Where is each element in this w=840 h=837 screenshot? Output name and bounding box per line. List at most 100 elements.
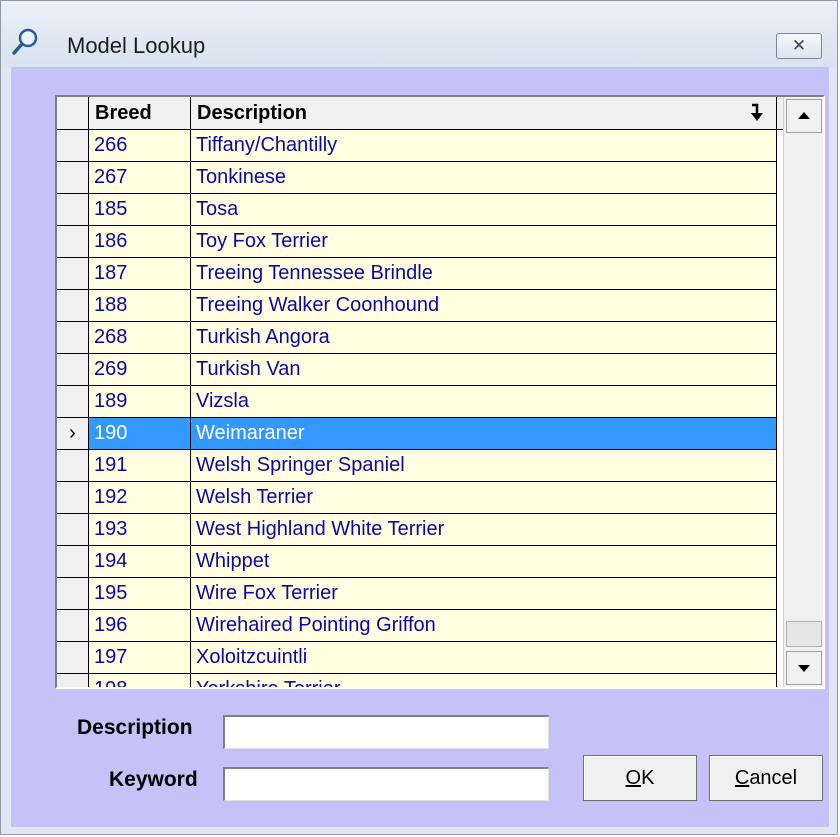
table-row[interactable]: › 190 Weimaraner xyxy=(57,418,783,450)
row-indicator[interactable] xyxy=(57,258,89,290)
row-indicator[interactable] xyxy=(57,642,89,674)
breed-grid-frame: Breed Description 266 Tiffany/Chantilly 26… xyxy=(55,95,825,689)
row-indicator[interactable] xyxy=(57,130,89,162)
breed-grid[interactable]: Breed Description 266 Tiffany/Chantilly 26… xyxy=(57,97,783,687)
cancel-label-rest: ancel xyxy=(749,767,798,789)
table-row[interactable]: 191 Welsh Springer Spaniel xyxy=(57,450,783,482)
table-row[interactable]: 196 Wirehaired Pointing Griffon xyxy=(57,610,783,642)
table-row[interactable]: 186 Toy Fox Terrier xyxy=(57,226,783,258)
scroll-down-button[interactable] xyxy=(786,651,822,685)
vertical-scrollbar[interactable] xyxy=(783,97,823,687)
cell-description[interactable]: Yorkshire Terrier xyxy=(191,674,777,687)
keyword-input[interactable] xyxy=(223,767,549,801)
row-indicator[interactable] xyxy=(57,674,89,687)
ok-button[interactable]: OK xyxy=(583,755,697,801)
table-row[interactable]: 269 Turkish Van xyxy=(57,354,783,386)
cell-description[interactable]: Whippet xyxy=(191,546,777,578)
column-header-breed[interactable]: Breed xyxy=(89,97,191,129)
sort-arrow-icon xyxy=(751,103,763,121)
cell-breed[interactable]: 193 xyxy=(89,514,191,546)
column-header-description[interactable]: Description xyxy=(191,97,777,129)
cell-description[interactable]: Tiffany/Chantilly xyxy=(191,130,777,162)
table-row[interactable]: 194 Whippet xyxy=(57,546,783,578)
cell-description[interactable]: Tosa xyxy=(191,194,777,226)
dialog-body: Breed Description 266 Tiffany/Chantilly 26… xyxy=(11,67,829,827)
cell-breed[interactable]: 185 xyxy=(89,194,191,226)
row-indicator[interactable] xyxy=(57,514,89,546)
cell-breed[interactable]: 194 xyxy=(89,546,191,578)
cell-description[interactable]: Vizsla xyxy=(191,386,777,418)
row-indicator[interactable] xyxy=(57,194,89,226)
cell-breed[interactable]: 191 xyxy=(89,450,191,482)
table-row[interactable]: 267 Tonkinese xyxy=(57,162,783,194)
close-button[interactable]: ✕ xyxy=(776,33,822,59)
close-icon: ✕ xyxy=(791,36,807,55)
table-row[interactable]: 185 Tosa xyxy=(57,194,783,226)
scroll-thumb[interactable] xyxy=(786,621,822,647)
cell-description[interactable]: Tonkinese xyxy=(191,162,777,194)
table-row[interactable]: 268 Turkish Angora xyxy=(57,322,783,354)
cell-breed[interactable]: 192 xyxy=(89,482,191,514)
cell-breed[interactable]: 195 xyxy=(89,578,191,610)
row-indicator[interactable] xyxy=(57,354,89,386)
description-label: Description xyxy=(77,716,193,739)
row-indicator[interactable] xyxy=(57,578,89,610)
cell-description[interactable]: Turkish Van xyxy=(191,354,777,386)
cell-description[interactable]: Wire Fox Terrier xyxy=(191,578,777,610)
cell-description[interactable]: Turkish Angora xyxy=(191,322,777,354)
cell-description[interactable]: Welsh Terrier xyxy=(191,482,777,514)
row-indicator[interactable] xyxy=(57,450,89,482)
description-input[interactable] xyxy=(223,715,549,749)
cell-breed[interactable]: 266 xyxy=(89,130,191,162)
arrow-up-icon xyxy=(798,112,810,119)
cell-description[interactable]: West Highland White Terrier xyxy=(191,514,777,546)
cell-breed[interactable]: 186 xyxy=(89,226,191,258)
cell-breed[interactable]: 268 xyxy=(89,322,191,354)
cell-breed[interactable]: 188 xyxy=(89,290,191,322)
table-row[interactable]: 189 Vizsla xyxy=(57,386,783,418)
row-indicator[interactable] xyxy=(57,386,89,418)
title-bar[interactable]: Model Lookup ✕ xyxy=(1,1,837,67)
cell-breed[interactable]: 198 xyxy=(89,674,191,687)
table-row[interactable]: 187 Treeing Tennessee Brindle xyxy=(57,258,783,290)
model-lookup-dialog: Model Lookup ✕ Breed Description 266 Tif… xyxy=(0,0,838,835)
row-indicator[interactable] xyxy=(57,226,89,258)
cell-description[interactable]: Treeing Tennessee Brindle xyxy=(191,258,777,290)
cell-breed[interactable]: 269 xyxy=(89,354,191,386)
cell-description[interactable]: Treeing Walker Coonhound xyxy=(191,290,777,322)
ok-label-rest: K xyxy=(641,767,655,789)
cell-description[interactable]: Welsh Springer Spaniel xyxy=(191,450,777,482)
cell-breed[interactable]: 267 xyxy=(89,162,191,194)
cell-description[interactable]: Xoloitzcuintli xyxy=(191,642,777,674)
row-indicator[interactable] xyxy=(57,290,89,322)
scroll-up-button[interactable] xyxy=(786,99,822,133)
cell-breed[interactable]: 187 xyxy=(89,258,191,290)
table-row[interactable]: 188 Treeing Walker Coonhound xyxy=(57,290,783,322)
cancel-mnemonic: C xyxy=(734,767,750,789)
cell-breed[interactable]: 197 xyxy=(89,642,191,674)
row-indicator[interactable] xyxy=(57,162,89,194)
row-indicator[interactable] xyxy=(57,546,89,578)
row-indicator[interactable] xyxy=(57,610,89,642)
cell-description[interactable]: Toy Fox Terrier xyxy=(191,226,777,258)
row-indicator[interactable] xyxy=(57,482,89,514)
cell-description[interactable]: Wirehaired Pointing Griffon xyxy=(191,610,777,642)
cell-description[interactable]: Weimaraner xyxy=(191,418,777,450)
table-row[interactable]: 192 Welsh Terrier xyxy=(57,482,783,514)
window-title: Model Lookup xyxy=(67,33,206,58)
table-row[interactable]: 198Yorkshire Terrier xyxy=(57,674,783,687)
row-indicator[interactable]: › xyxy=(57,418,89,450)
keyword-label: Keyword xyxy=(109,768,198,791)
cell-breed[interactable]: 190 xyxy=(89,418,191,450)
grid-header: Breed Description xyxy=(57,97,783,130)
header-indicator-cell xyxy=(57,97,89,129)
cell-breed[interactable]: 196 xyxy=(89,610,191,642)
table-row[interactable]: 195 Wire Fox Terrier xyxy=(57,578,783,610)
table-row[interactable]: 197 Xoloitzcuintli xyxy=(57,642,783,674)
column-header-description-label: Description xyxy=(197,102,308,124)
table-row[interactable]: 266 Tiffany/Chantilly xyxy=(57,130,783,162)
cancel-button[interactable]: Cancel xyxy=(709,755,823,801)
row-indicator[interactable] xyxy=(57,322,89,354)
cell-breed[interactable]: 189 xyxy=(89,386,191,418)
table-row[interactable]: 193 West Highland White Terrier xyxy=(57,514,783,546)
